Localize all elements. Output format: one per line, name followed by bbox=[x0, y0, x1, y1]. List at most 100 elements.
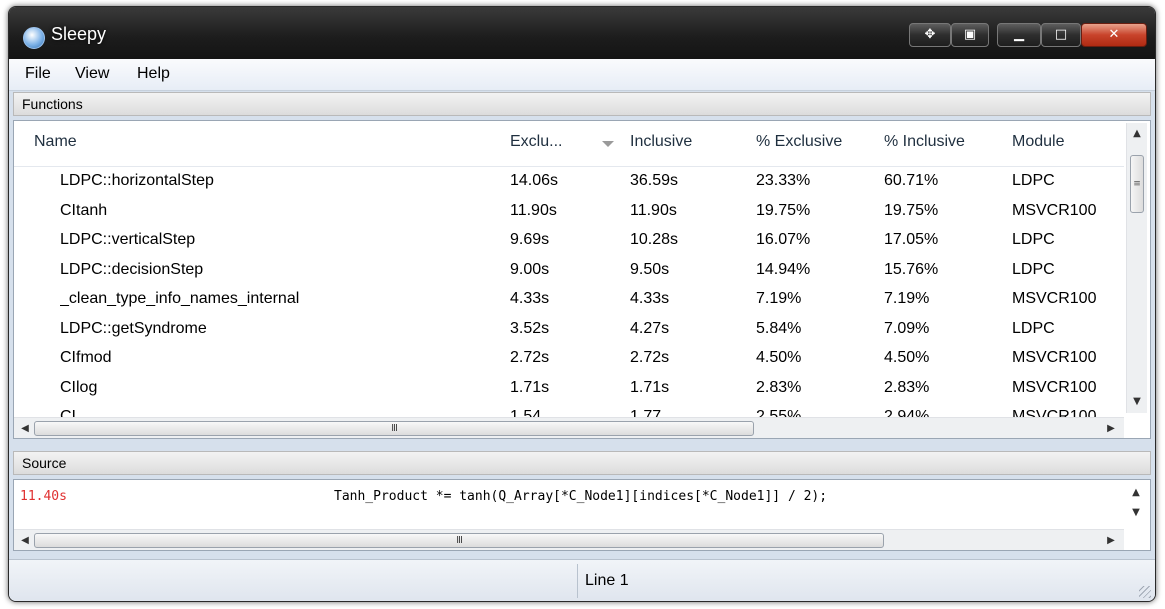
table-row[interactable]: CI... 1.54 1.77 2.55% 2.94% MSVCR100 bbox=[14, 404, 1124, 418]
inclusive-time: 36.59s bbox=[630, 172, 679, 189]
pct-exclusive: 2.83% bbox=[756, 379, 802, 396]
pct-exclusive: 7.19% bbox=[756, 290, 802, 307]
function-name: _clean_type_info_names_internal bbox=[60, 290, 300, 307]
scroll-right-icon[interactable]: ▶ bbox=[1102, 418, 1120, 438]
exclusive-time: 2.72s bbox=[510, 349, 550, 366]
aero-move-button[interactable]: ✥ bbox=[909, 23, 951, 47]
col-header-module[interactable]: Module bbox=[1012, 133, 1064, 151]
pct-inclusive: 7.09% bbox=[884, 320, 930, 337]
table-row[interactable]: LDPC::horizontalStep 14.06s 36.59s 23.33… bbox=[14, 168, 1124, 197]
col-header-exclusive[interactable]: Exclu... bbox=[510, 133, 562, 151]
header-divider bbox=[14, 166, 1124, 167]
exclusive-time: 11.90s bbox=[510, 202, 557, 219]
table-row[interactable]: _clean_type_info_names_internal 4.33s 4.… bbox=[14, 286, 1124, 315]
status-line-number: Line 1 bbox=[585, 572, 629, 589]
source-vertical-scrollbar[interactable]: ▲ ▼ bbox=[1126, 482, 1146, 524]
source-scroll-left-icon[interactable]: ◀ bbox=[16, 530, 34, 550]
inclusive-time: 9.50s bbox=[630, 261, 670, 278]
app-icon bbox=[23, 27, 45, 49]
inclusive-time: 10.28s bbox=[630, 231, 679, 248]
table-row[interactable]: LDPC::getSyndrome 3.52s 4.27s 5.84% 7.09… bbox=[14, 316, 1124, 345]
exclusive-time: 9.00s bbox=[510, 261, 550, 278]
menu-help[interactable]: Help bbox=[137, 65, 170, 83]
resize-grip-icon[interactable] bbox=[1139, 586, 1151, 598]
menu-file[interactable]: File bbox=[25, 65, 51, 83]
functions-panel-header: Functions bbox=[13, 92, 1151, 116]
scroll-down-icon[interactable]: ▼ bbox=[1127, 393, 1147, 411]
pct-inclusive: 2.83% bbox=[884, 379, 930, 396]
function-name: CIfmod bbox=[60, 349, 112, 366]
pct-exclusive: 4.50% bbox=[756, 349, 802, 366]
pct-exclusive: 16.07% bbox=[756, 231, 811, 248]
module: MSVCR100 bbox=[1012, 379, 1097, 396]
exclusive-time: 9.69s bbox=[510, 231, 550, 248]
inclusive-time: 2.72s bbox=[630, 349, 670, 366]
pct-inclusive: 60.71% bbox=[884, 172, 939, 189]
functions-vertical-scrollbar[interactable]: ▲ ≡ ▼ bbox=[1126, 123, 1147, 413]
col-header-name[interactable]: Name bbox=[34, 133, 77, 151]
module: LDPC bbox=[1012, 231, 1055, 248]
status-bar: Line 1 bbox=[9, 559, 1155, 601]
source-line-time: 11.40s bbox=[20, 489, 67, 504]
module: MSVCR100 bbox=[1012, 202, 1097, 219]
module: MSVCR100 bbox=[1012, 349, 1097, 366]
source-horizontal-scrollbar[interactable]: ◀ III ▶ bbox=[14, 529, 1124, 550]
inclusive-time: 1.71s bbox=[630, 379, 670, 396]
vertical-scroll-thumb[interactable]: ≡ bbox=[1130, 155, 1144, 213]
menu-view[interactable]: View bbox=[75, 65, 109, 83]
source-scroll-down-icon[interactable]: ▼ bbox=[1126, 504, 1146, 522]
module: LDPC bbox=[1012, 172, 1055, 189]
scroll-up-icon[interactable]: ▲ bbox=[1127, 125, 1147, 143]
function-name: CItanh bbox=[60, 202, 108, 219]
functions-list: Name Exclu... Inclusive % Exclusive % In… bbox=[13, 120, 1151, 439]
table-row[interactable]: LDPC::decisionStep 9.00s 9.50s 14.94% 15… bbox=[14, 257, 1124, 286]
source-scroll-right-icon[interactable]: ▶ bbox=[1102, 530, 1120, 550]
module: MSVCR100 bbox=[1012, 290, 1097, 307]
minimize-button[interactable]: ▁ bbox=[997, 23, 1041, 47]
sort-descending-icon bbox=[602, 141, 614, 147]
source-view: 11.40s Tanh_Product *= tanh(Q_Array[*C_N… bbox=[13, 479, 1151, 551]
col-header-pct-exclusive[interactable]: % Exclusive bbox=[756, 133, 842, 151]
exclusive-time: 14.06s bbox=[510, 172, 559, 189]
title-bar: Sleepy ✥ ▣ ▁ □ ✕ bbox=[9, 7, 1155, 59]
pct-exclusive: 19.75% bbox=[756, 202, 811, 219]
inclusive-time: 11.90s bbox=[630, 202, 677, 219]
function-name: LDPC::verticalStep bbox=[60, 231, 196, 248]
inclusive-time: 4.27s bbox=[630, 320, 670, 337]
exclusive-time: 3.52s bbox=[510, 320, 550, 337]
aero-restore-button[interactable]: ▣ bbox=[951, 23, 989, 47]
scroll-left-icon[interactable]: ◀ bbox=[16, 418, 34, 438]
maximize-button[interactable]: □ bbox=[1041, 23, 1081, 47]
table-row[interactable]: LDPC::verticalStep 9.69s 10.28s 16.07% 1… bbox=[14, 227, 1124, 256]
table-row[interactable]: CIfmod 2.72s 2.72s 4.50% 4.50% MSVCR100 bbox=[14, 345, 1124, 374]
col-header-pct-inclusive[interactable]: % Inclusive bbox=[884, 133, 965, 151]
function-name: LDPC::horizontalStep bbox=[60, 172, 214, 189]
sleepy-window: Sleepy ✥ ▣ ▁ □ ✕ File View Help Function… bbox=[8, 6, 1156, 602]
table-row[interactable]: CIlog 1.71s 1.71s 2.83% 2.83% MSVCR100 bbox=[14, 375, 1124, 404]
function-name: LDPC::getSyndrome bbox=[60, 320, 207, 337]
col-header-inclusive[interactable]: Inclusive bbox=[630, 133, 692, 151]
pct-exclusive: 5.84% bbox=[756, 320, 802, 337]
table-row[interactable]: CItanh 11.90s 11.90s 19.75% 19.75% MSVCR… bbox=[14, 198, 1124, 227]
module: LDPC bbox=[1012, 261, 1055, 278]
menu-bar: File View Help bbox=[9, 59, 1155, 91]
pct-inclusive: 19.75% bbox=[884, 202, 939, 219]
pct-exclusive: 14.94% bbox=[756, 261, 811, 278]
source-scroll-up-icon[interactable]: ▲ bbox=[1126, 484, 1146, 502]
function-name: LDPC::decisionStep bbox=[60, 261, 204, 278]
status-divider bbox=[577, 564, 578, 598]
inclusive-time: 4.33s bbox=[630, 290, 670, 307]
functions-horizontal-scrollbar[interactable]: ◀ III ▶ bbox=[14, 417, 1124, 438]
pct-inclusive: 17.05% bbox=[884, 231, 939, 248]
pct-inclusive: 15.76% bbox=[884, 261, 939, 278]
pct-inclusive: 4.50% bbox=[884, 349, 930, 366]
pct-inclusive: 7.19% bbox=[884, 290, 930, 307]
module: LDPC bbox=[1012, 320, 1055, 337]
close-button[interactable]: ✕ bbox=[1081, 23, 1147, 47]
window-title: Sleepy bbox=[51, 24, 107, 44]
source-horizontal-scroll-thumb[interactable]: III bbox=[34, 533, 884, 548]
exclusive-time: 1.71s bbox=[510, 379, 550, 396]
horizontal-scroll-thumb[interactable]: III bbox=[34, 421, 754, 436]
function-name: CIlog bbox=[60, 379, 98, 396]
source-line-code[interactable]: Tanh_Product *= tanh(Q_Array[*C_Node1][i… bbox=[334, 489, 827, 504]
